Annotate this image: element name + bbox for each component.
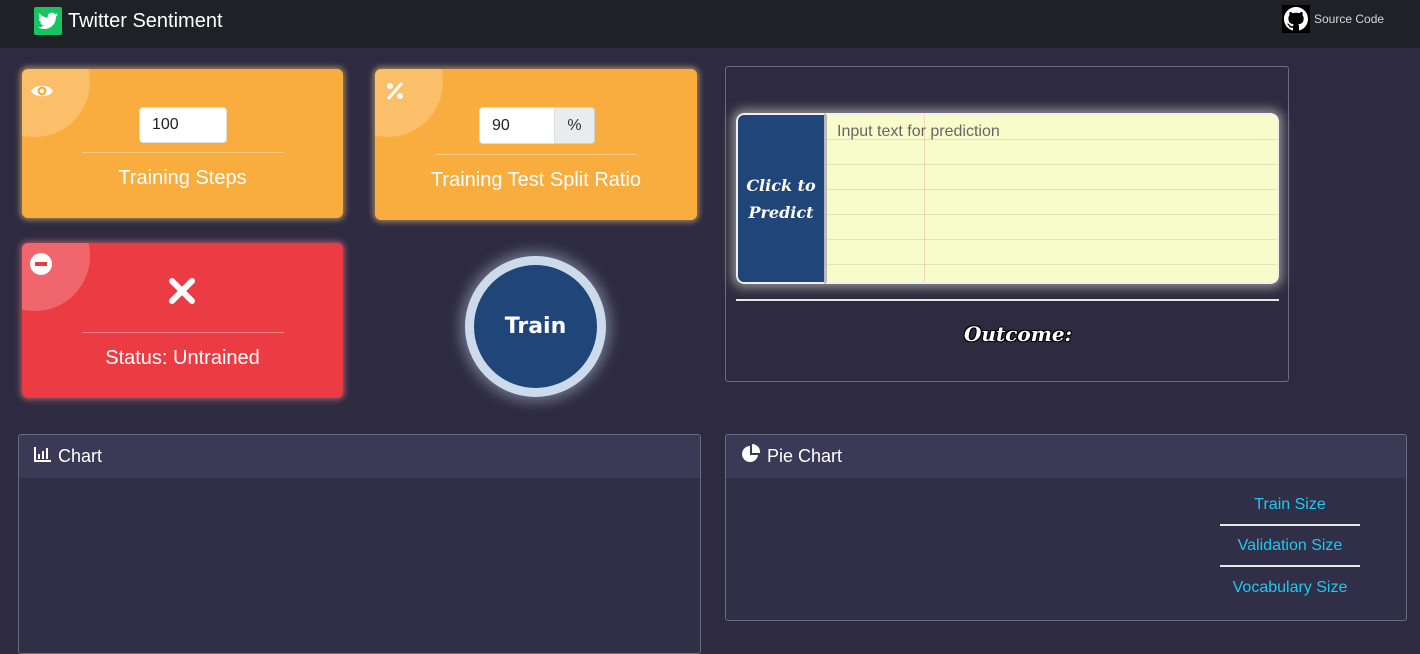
pie-chart-icon [741, 443, 761, 469]
legend-vocabulary-size: Vocabulary Size [1232, 578, 1348, 596]
source-code-link[interactable]: Source Code [1282, 5, 1384, 33]
percent-addon: % [555, 107, 595, 144]
predict-divider [736, 299, 1279, 301]
predict-panel: Click to Predict Outcome: [725, 66, 1289, 382]
brand-title: Twitter Sentiment [68, 9, 223, 32]
chart-panel-title: Chart [58, 446, 103, 466]
eye-icon [28, 77, 56, 105]
x-mark-icon [168, 277, 196, 305]
chart-panel: Chart [18, 434, 701, 654]
training-steps-input[interactable] [139, 107, 227, 143]
predict-button[interactable]: Click to Predict [736, 113, 824, 284]
minus-circle-icon [28, 251, 56, 279]
pie-chart-panel: Pie Chart Train Size Validation Size Voc… [725, 434, 1407, 621]
split-ratio-input-group: % [479, 107, 595, 144]
predict-box: Click to Predict [736, 113, 1279, 284]
card-divider [82, 152, 284, 153]
source-code-label: Source Code [1314, 12, 1385, 26]
outcome-label: Outcome: [964, 322, 1072, 346]
chart-panel-header: Chart [19, 435, 700, 478]
github-icon [1282, 5, 1310, 33]
percent-icon [381, 77, 409, 105]
pie-legend: Train Size Validation Size Vocabulary Si… [1220, 485, 1360, 608]
pie-panel-header: Pie Chart [726, 435, 1406, 478]
training-steps-card: Training Steps [22, 69, 343, 218]
status-label: Status: Untrained [105, 347, 260, 369]
split-ratio-card: % Training Test Split Ratio [375, 69, 697, 220]
train-button[interactable]: Train [465, 256, 606, 397]
card-divider [82, 332, 284, 333]
brand-link[interactable]: Twitter Sentiment [34, 6, 223, 36]
legend-validation-size: Validation Size [1220, 526, 1360, 567]
training-steps-label: Training Steps [118, 167, 247, 189]
legend-train-size: Train Size [1220, 485, 1360, 526]
status-card: Status: Untrained [22, 243, 343, 398]
top-navbar: Twitter Sentiment Source Code [0, 0, 1420, 48]
card-divider [435, 154, 637, 155]
split-ratio-input[interactable] [479, 107, 555, 144]
bar-chart-icon [34, 446, 52, 467]
prediction-text-input[interactable] [824, 113, 1279, 284]
split-ratio-label: Training Test Split Ratio [430, 169, 642, 191]
pie-panel-title: Pie Chart [767, 446, 843, 466]
twitter-bird-icon [34, 7, 62, 35]
